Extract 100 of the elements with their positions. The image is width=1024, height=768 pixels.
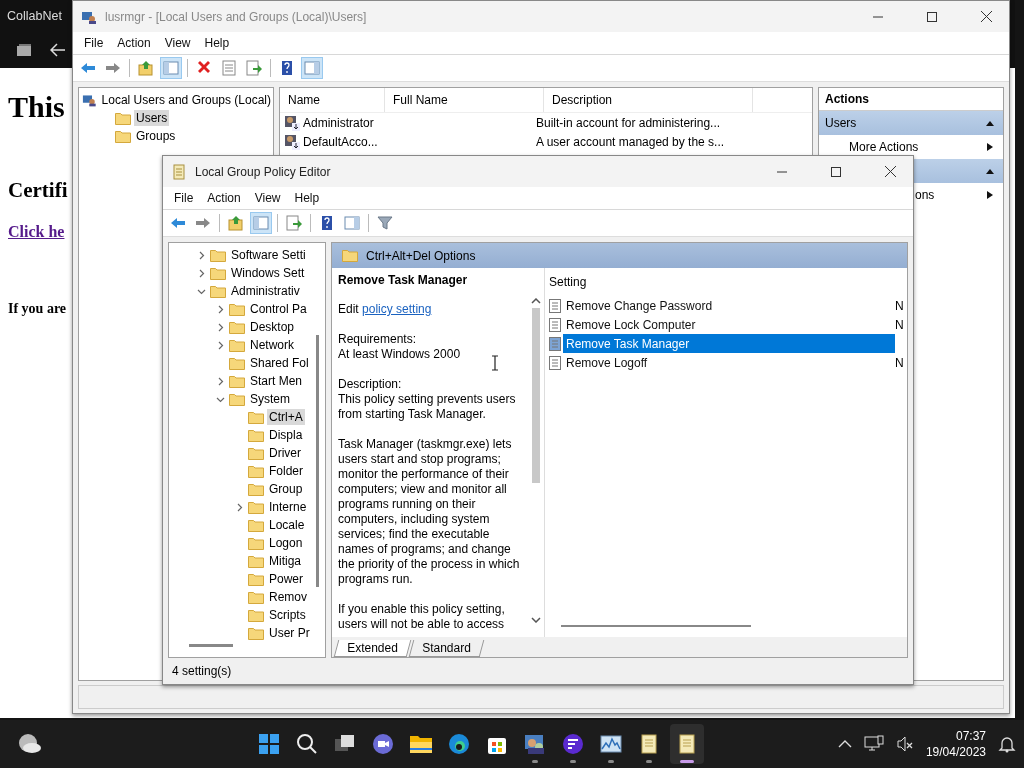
table-cell-text: N [895,317,905,332]
browser-tab[interactable]: CollabNet [0,0,71,32]
submenu-arrow-icon[interactable] [985,191,995,199]
close-icon [980,11,992,22]
tabs-icon[interactable] [16,43,32,57]
menu-item[interactable]: File [77,36,111,50]
section-label: Users [825,116,857,130]
tree-item[interactable]: Locale [267,517,307,533]
folder-icon [248,464,264,478]
tree-item[interactable]: Displa [267,427,305,443]
clock[interactable]: 07:37 19/04/2023 [925,728,986,760]
folder-icon [210,284,226,298]
setting-row[interactable]: Remove Task Manager [563,334,895,353]
speaker-muted-icon[interactable] [895,735,914,753]
setting-row[interactable]: Remove Change Password [563,296,895,315]
view-tab[interactable]: Extended [333,640,411,657]
tree-item[interactable]: Start Men [248,373,305,389]
help-icon [319,215,335,231]
actions-pane-entry[interactable]: More Actions [849,140,919,154]
description-text: At least Windows 2000 [338,347,462,362]
weather-icon[interactable] [16,732,42,756]
menu-item[interactable]: Action [200,191,248,205]
policy-scroll-icon [171,163,187,180]
tree-item[interactable]: Logon [267,535,305,551]
tree-item[interactable]: Desktop [248,319,297,335]
tree-item[interactable]: System [248,391,292,407]
setting-row[interactable]: Remove Lock Computer [563,315,895,334]
maximize-icon [831,166,841,177]
folder-icon [248,554,264,568]
tree-item[interactable]: Scripts [267,607,308,623]
scrollbar[interactable] [561,625,751,627]
tree-item[interactable]: Ctrl+A [267,409,305,425]
actions-section-header[interactable]: Users [819,111,1003,135]
collapse-icon[interactable] [985,167,995,175]
tree-item[interactable]: Groups [134,128,178,144]
tree-item[interactable]: Group [267,481,305,497]
description-text: Task Manager (taskmgr.exe) lets users start and stop programs; monitor the performance of their computers; view and monitor all programs running on their computers, including system services; find the executable names of programs; and change the priority of the process in which programs run. [338,437,521,587]
window-title: lusrmgr - [Local Users and Groups (Local)\Users] [105,9,368,24]
tree-item[interactable]: Shared Fol [248,355,311,371]
scrollbar-thumb[interactable] [532,308,540,483]
actions-pane-entry[interactable]: ons [915,188,935,202]
column-header[interactable]: Full Name [385,88,544,112]
folder-icon [342,249,358,262]
toolbar-button[interactable] [283,212,305,234]
submenu-arrow-icon[interactable] [985,143,995,151]
window-title: Local Group Policy Editor [195,164,332,179]
table-cell: Built-in account for administering... [536,115,721,130]
view-tab[interactable]: Standard [408,640,484,657]
tree-item[interactable]: Folder [267,463,305,479]
column-header[interactable]: Description [544,88,753,112]
table-cell-text: N [895,298,905,313]
taskbar-button[interactable] [670,724,704,764]
scroll-down-icon[interactable] [531,617,541,623]
menu-item[interactable]: Action [110,36,158,50]
folder-icon [248,446,264,460]
collapse-icon[interactable] [985,119,995,127]
tree-item[interactable]: User Pr [267,625,312,641]
tree-item[interactable]: Driver [267,445,303,461]
menu-item[interactable]: File [167,191,201,205]
description-text: If you enable this policy setting, users will not be able to access [338,602,506,632]
column-header[interactable]: Setting [545,268,889,296]
tree-item[interactable]: Windows Sett [229,265,307,281]
toolbar-button[interactable] [243,57,265,79]
tree-item[interactable]: Mitiga [267,553,303,569]
back-arrow-icon[interactable] [50,43,66,57]
folder-icon [229,356,245,370]
tree-item[interactable]: Network [248,337,296,353]
properties-icon [221,60,237,76]
tree-item[interactable]: Control Pa [248,301,309,317]
network-icon[interactable] [863,735,884,753]
notification-icon[interactable] [998,735,1016,753]
tree-item[interactable]: Users [134,110,170,126]
action-pane-icon [304,60,320,76]
menu-item[interactable]: Help [287,191,327,205]
scrollbar-icon[interactable] [316,335,319,587]
menu-item[interactable]: View [157,36,198,50]
folder-icon [248,428,264,442]
tree-item[interactable]: Remov [267,589,309,605]
tree-item[interactable]: Administrativ [229,283,302,299]
tree-item[interactable]: Interne [267,499,309,515]
policy-link[interactable]: policy setting [362,302,432,316]
forward-arrow-icon [195,215,211,231]
category-title: Ctrl+Alt+Del Options [366,248,476,263]
tree-item[interactable]: Local Users and Groups (Local) [99,92,273,108]
page-link[interactable]: Click he [8,223,65,241]
menu-item[interactable]: Help [197,36,237,50]
column-header[interactable]: Name [280,88,385,112]
scrollbar-icon[interactable] [189,644,233,647]
action-pane-icon [344,215,360,231]
policy-setting-icon [549,298,561,313]
tree-item[interactable]: Power [267,571,305,587]
setting-row[interactable]: Remove Logoff [563,353,895,372]
menu-item[interactable]: View [247,191,288,205]
policy-setting-icon [549,355,561,370]
back-arrow-icon [170,215,186,231]
scroll-up-icon[interactable] [531,298,541,304]
chevron-up-icon[interactable] [837,739,852,749]
table-cell: Administrator [303,115,374,130]
tree-item[interactable]: Software Setti [229,247,308,263]
search-icon [295,732,319,756]
